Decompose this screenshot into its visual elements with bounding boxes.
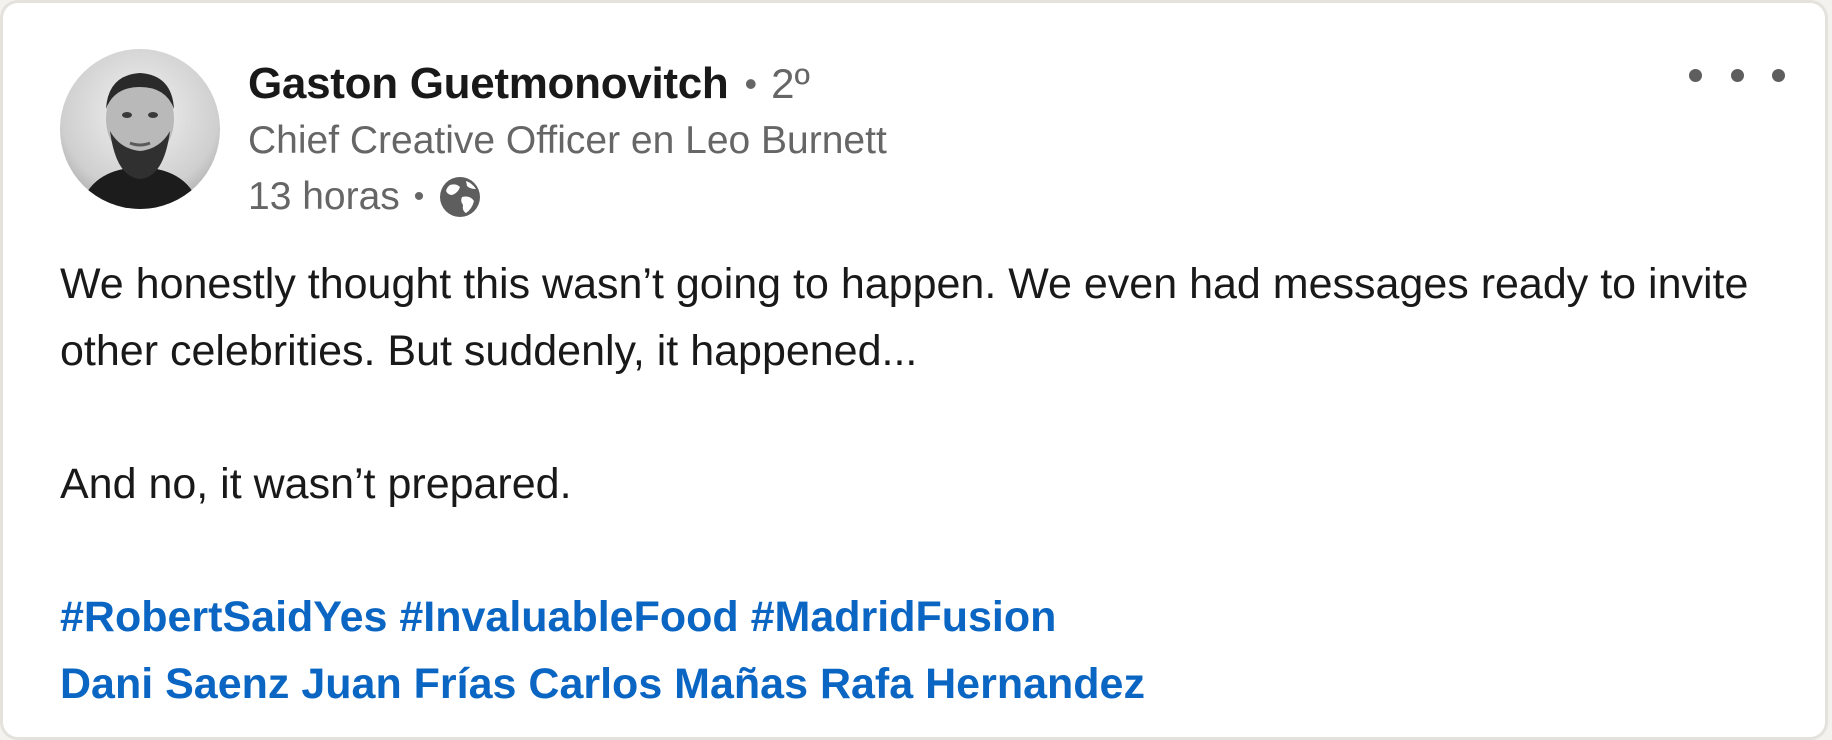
feed-post-card: Gaston Guetmonovitch • 2º Chief Creative… bbox=[0, 0, 1828, 740]
mention-link[interactable]: Rafa Hernandez bbox=[820, 660, 1145, 708]
mention-line: Dani Saenz Juan Frías Carlos Mañas Rafa … bbox=[60, 651, 1800, 718]
author-name[interactable]: Gaston Guetmonovitch bbox=[248, 59, 729, 109]
ellipsis-icon bbox=[1772, 68, 1785, 82]
connection-degree: 2º bbox=[771, 60, 810, 107]
ellipsis-icon bbox=[1730, 68, 1744, 82]
hashtag-link[interactable]: #MadridFusion bbox=[751, 593, 1057, 641]
globe-icon bbox=[436, 173, 484, 221]
author-avatar[interactable] bbox=[60, 49, 220, 209]
name-separator: • bbox=[744, 63, 758, 104]
mention-link[interactable]: Dani Saenz bbox=[60, 660, 289, 708]
mention-link[interactable]: Juan Frías bbox=[301, 660, 516, 708]
post-timestamp[interactable]: 13 horas bbox=[248, 175, 400, 219]
post-text-paragraph: And no, it wasn’t prepared. bbox=[60, 460, 572, 508]
hashtag-line: #RobertSaidYes #InvaluableFood #MadridFu… bbox=[60, 584, 1800, 651]
author-headline: Chief Creative Officer en Leo Burnett bbox=[248, 119, 887, 162]
post-commentary: We honestly thought this wasn’t going to… bbox=[60, 251, 1800, 718]
post-text-paragraph: We honestly thought this wasn’t going to… bbox=[60, 260, 1749, 375]
meta-separator: • bbox=[413, 180, 425, 213]
hashtag-link[interactable]: #InvaluableFood bbox=[399, 593, 738, 641]
author-name-line: Gaston Guetmonovitch • 2º bbox=[248, 55, 1675, 113]
ellipsis-icon bbox=[1689, 68, 1702, 82]
more-options-button[interactable] bbox=[1689, 51, 1785, 99]
post-meta: 13 horas • bbox=[248, 169, 1675, 225]
mention-link[interactable]: Carlos Mañas bbox=[528, 660, 808, 708]
avatar-photo bbox=[60, 49, 220, 209]
hashtag-link[interactable]: #RobertSaidYes bbox=[60, 593, 387, 641]
post-actor: Gaston Guetmonovitch • 2º Chief Creative… bbox=[248, 55, 1675, 225]
